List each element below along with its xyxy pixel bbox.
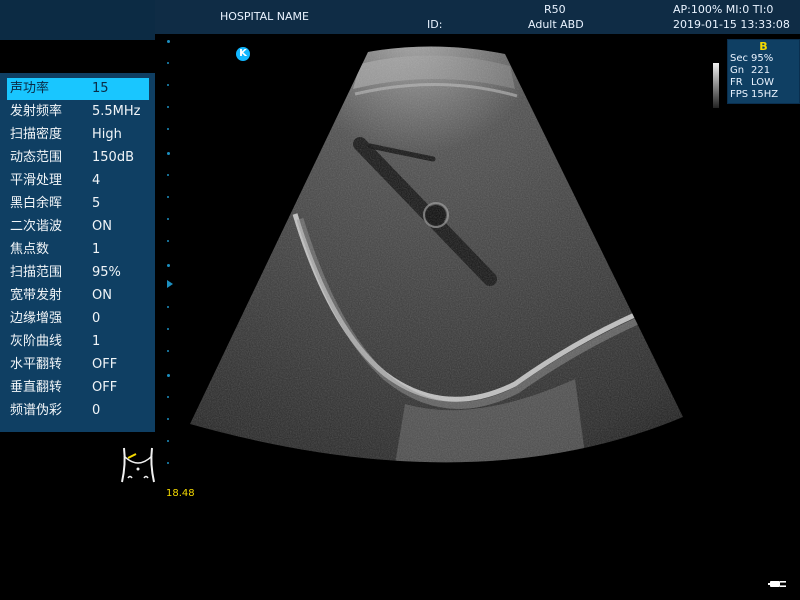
focus-marker-icon[interactable] — [167, 280, 173, 288]
param-value: 5.5MHz — [92, 104, 141, 119]
depth-tick-minor — [167, 396, 169, 398]
param-value: High — [92, 127, 122, 142]
param-label: 扫描密度 — [10, 127, 63, 142]
depth-readout: 18.48 — [166, 488, 195, 499]
info-line-gain: Gn 221 — [728, 65, 799, 77]
param-row-scan-density[interactable]: 扫描密度 High — [0, 124, 155, 146]
depth-tick-minor — [167, 462, 169, 464]
depth-tick-minor — [167, 328, 169, 330]
param-label: 频谱伪彩 — [10, 403, 63, 418]
param-label: 水平翻转 — [10, 357, 63, 372]
param-row-scan-range[interactable]: 扫描范围 95% — [0, 262, 155, 284]
info-value: 221 — [751, 65, 771, 76]
param-value: 1 — [92, 334, 101, 349]
param-label: 扫描范围 — [10, 265, 63, 280]
param-value: 1 — [92, 242, 101, 257]
k-marker-icon[interactable]: K — [236, 47, 250, 61]
param-label: 宽带发射 — [10, 288, 63, 303]
info-value: LOW — [751, 77, 774, 88]
param-row-focus-count[interactable]: 焦点数 1 — [0, 239, 155, 261]
info-key: Sec — [730, 53, 748, 64]
param-label: 灰阶曲线 — [10, 334, 63, 349]
depth-tick-minor — [167, 174, 169, 176]
info-line-fps: FPS 15HZ — [728, 89, 799, 101]
info-value: 15HZ — [751, 89, 779, 100]
grayscale-bar — [713, 63, 719, 108]
image-info-box: B Sec 95% Gn 221 FR LOW FPS 15HZ — [727, 39, 800, 104]
param-value: 0 — [92, 403, 101, 418]
depth-scale — [167, 38, 173, 478]
param-value: 4 — [92, 173, 101, 188]
depth-tick-major — [167, 152, 170, 155]
param-row-edge-enhance[interactable]: 边缘增强 0 — [0, 308, 155, 330]
info-key: FR — [730, 77, 743, 88]
depth-tick-minor — [167, 218, 169, 220]
param-row-v-flip[interactable]: 垂直翻转 OFF — [0, 377, 155, 399]
depth-tick-major — [167, 264, 170, 267]
depth-tick-minor — [167, 350, 169, 352]
param-label: 声功率 — [10, 81, 50, 96]
depth-tick-major — [167, 374, 170, 377]
hospital-name: HOSPITAL NAME — [220, 10, 309, 23]
abdomen-body-mark-icon[interactable] — [116, 442, 160, 486]
depth-tick-minor — [167, 240, 169, 242]
param-value: OFF — [92, 380, 118, 395]
param-label: 动态范围 — [10, 150, 63, 165]
depth-tick-minor — [167, 128, 169, 130]
param-value: 15 — [92, 81, 109, 96]
depth-tick-minor — [167, 196, 169, 198]
param-label: 垂直翻转 — [10, 380, 63, 395]
depth-tick-major — [167, 40, 170, 43]
info-line-frame-rate: FR LOW — [728, 77, 799, 89]
param-label: 黑白余晖 — [10, 196, 63, 211]
depth-tick-minor — [167, 440, 169, 442]
param-row-wideband[interactable]: 宽带发射 ON — [0, 285, 155, 307]
exam-preset: Adult ABD — [528, 18, 584, 31]
param-label: 边缘增强 — [10, 311, 63, 326]
param-row-acoustic-power[interactable]: 声功率 15 — [7, 78, 149, 100]
depth-tick-minor — [167, 62, 169, 64]
param-label: 平滑处理 — [10, 173, 63, 188]
power-plug-icon — [768, 581, 786, 587]
param-label: 焦点数 — [10, 242, 50, 257]
info-key: Gn — [730, 65, 745, 76]
param-value: 150dB — [92, 150, 134, 165]
param-value: 95% — [92, 265, 121, 280]
param-value: 0 — [92, 311, 101, 326]
param-row-dynamic-range[interactable]: 动态范围 150dB — [0, 147, 155, 169]
param-row-smoothing[interactable]: 平滑处理 4 — [0, 170, 155, 192]
date-time: 2019-01-15 13:33:08 — [673, 18, 790, 31]
param-value: 5 — [92, 196, 101, 211]
param-value: ON — [92, 219, 112, 234]
probe-name: R50 — [544, 3, 566, 16]
parameter-panel: 声功率 15 发射频率 5.5MHz 扫描密度 High 动态范围 150dB … — [0, 73, 155, 432]
depth-tick-minor — [167, 418, 169, 420]
ultrasound-sector-image — [190, 46, 683, 463]
acoustic-status: AP:100% MI:0 TI:0 — [673, 3, 774, 16]
param-row-pseudo-color[interactable]: 频谱伪彩 0 — [0, 400, 155, 422]
info-key: FPS — [730, 89, 749, 100]
patient-id-label: ID: — [427, 18, 443, 31]
param-row-h-flip[interactable]: 水平翻转 OFF — [0, 354, 155, 376]
param-value: OFF — [92, 357, 118, 372]
info-value: 95% — [751, 53, 774, 64]
param-row-frequency[interactable]: 发射频率 5.5MHz — [0, 101, 155, 123]
imaging-mode: B — [759, 40, 768, 53]
param-row-persistence[interactable]: 黑白余晖 5 — [0, 193, 155, 215]
param-row-harmonic[interactable]: 二次谐波 ON — [0, 216, 155, 238]
info-line-sector: Sec 95% — [728, 53, 799, 65]
param-label: 二次谐波 — [10, 219, 63, 234]
depth-tick-minor — [167, 84, 169, 86]
param-value: ON — [92, 288, 112, 303]
param-label: 发射频率 — [10, 104, 63, 119]
logo-area — [0, 0, 155, 40]
depth-tick-minor — [167, 106, 169, 108]
ultrasound-image-area[interactable] — [155, 34, 800, 600]
depth-tick-minor — [167, 306, 169, 308]
param-row-gray-curve[interactable]: 灰阶曲线 1 — [0, 331, 155, 353]
